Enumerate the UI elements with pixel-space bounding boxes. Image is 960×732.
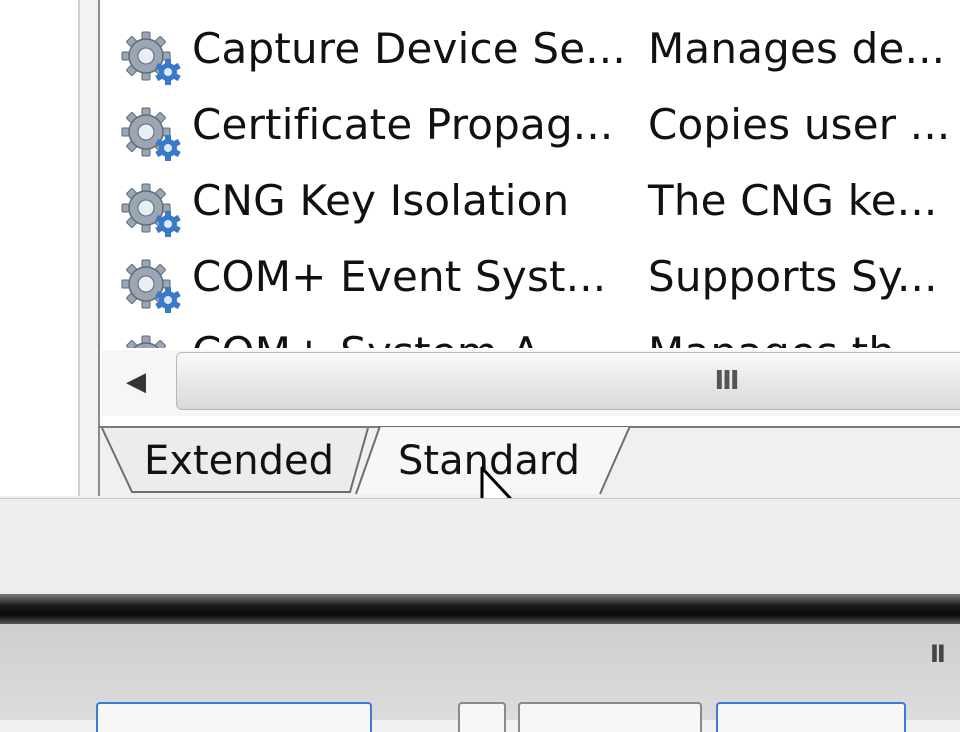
lower-window-grip-icon: II <box>930 640 946 668</box>
gear-icon <box>118 180 184 240</box>
gear-icon <box>118 256 184 316</box>
lower-button-2[interactable] <box>458 702 506 732</box>
services-list[interactable]: Capture Device Se... Manages de... Certi… <box>100 0 960 348</box>
left-pane-splitter[interactable] <box>80 0 100 496</box>
service-name: COM+ Event Syst... <box>192 252 607 301</box>
scroll-left-arrow-icon[interactable]: ◀ <box>112 362 160 402</box>
lower-button-1[interactable] <box>96 702 372 732</box>
gear-icon <box>118 104 184 164</box>
service-description: Copies user ... <box>648 100 951 149</box>
service-description: Manages de... <box>648 24 946 73</box>
table-row[interactable]: COM+ System A... Manages th... <box>100 318 960 348</box>
tab-extended[interactable]: Extended <box>100 428 370 494</box>
lower-button-4[interactable] <box>716 702 906 732</box>
window-border <box>0 594 960 624</box>
table-row[interactable]: CNG Key Isolation The CNG ke... <box>100 166 960 242</box>
gear-icon <box>118 332 184 348</box>
table-row[interactable]: COM+ Event Syst... Supports Sy... <box>100 242 960 318</box>
service-name: CNG Key Isolation <box>192 176 570 225</box>
table-row[interactable]: Certificate Propag... Copies user ... <box>100 90 960 166</box>
service-name: Certificate Propag... <box>192 100 614 149</box>
service-name: Capture Device Se... <box>192 24 626 73</box>
service-description: Manages th... <box>648 328 936 348</box>
status-bar <box>0 498 960 594</box>
service-description: Supports Sy... <box>648 252 938 301</box>
scrollbar-thumb[interactable] <box>176 352 960 410</box>
table-row[interactable]: Capture Device Se... Manages de... <box>100 14 960 90</box>
left-pane <box>0 0 80 496</box>
service-name: COM+ System A... <box>192 328 580 348</box>
lower-button-3[interactable] <box>518 702 702 732</box>
scrollbar-grip-icon: III <box>714 366 739 396</box>
tab-extended-label: Extended <box>144 438 334 484</box>
gear-icon <box>118 28 184 88</box>
service-description: The CNG ke... <box>648 176 938 225</box>
